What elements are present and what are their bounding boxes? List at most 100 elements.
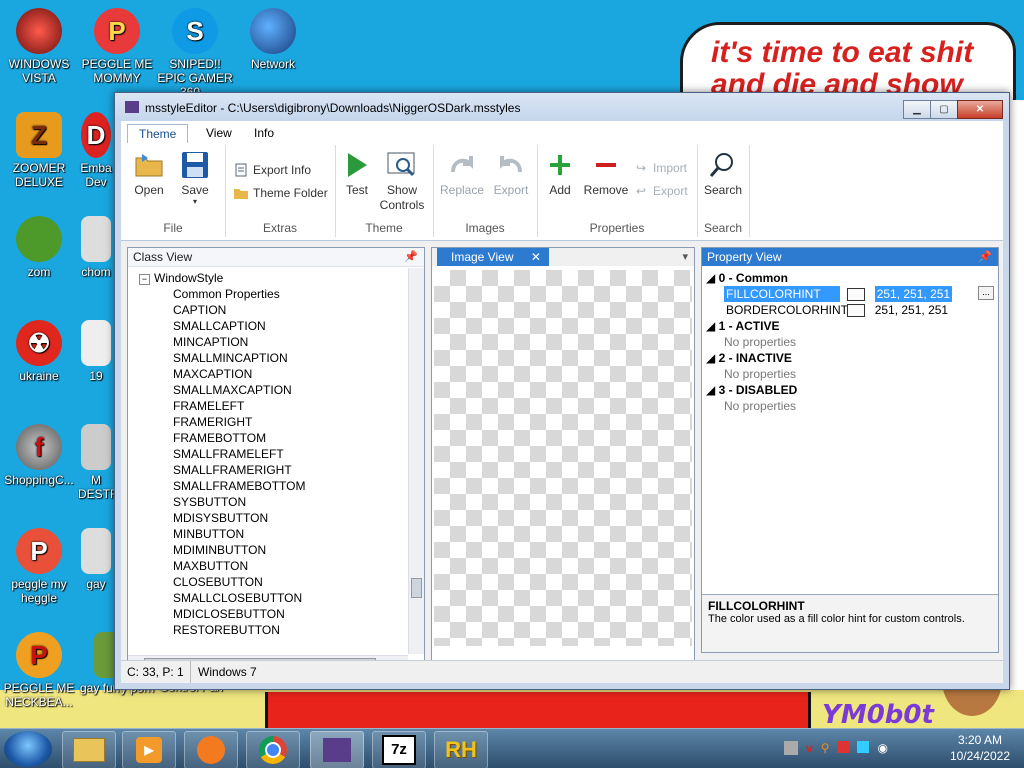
save-button[interactable]: Save ▾ [175,149,215,206]
tree-item[interactable]: CLOSEBUTTON [173,574,408,590]
desktop-icon-peggle-me-mommy[interactable]: P PEGGLE ME MOMMY [78,8,156,85]
close-button[interactable]: ✕ [957,100,1003,119]
category-label: 2 - INACTIVE [718,351,792,365]
tray-search-icon[interactable]: ⚲ [821,741,830,755]
add-button[interactable]: Add [541,149,579,198]
group-label-file: File [163,221,183,235]
ellipsis-button[interactable]: ... [978,286,994,300]
category-disabled[interactable]: ◢ 3 - DISABLED [706,382,994,398]
tree-item[interactable]: MDISYSBUTTON [173,510,408,526]
property-fillcolorhint[interactable]: FILLCOLORHINT 251, 251, 251 ... [706,286,994,302]
class-view-vertical-scrollbar[interactable] [408,268,424,654]
export-info-button[interactable]: Export Info [233,163,311,177]
desktop-icon-19[interactable]: 19 [78,320,114,383]
chrome-icon [259,736,287,764]
close-tab-icon[interactable]: ✕ [531,250,541,264]
taskbar-chrome[interactable] [246,731,300,768]
tree-item[interactable]: FRAMERIGHT [173,414,408,430]
export-property-button[interactable]: ↩ Export [633,184,688,198]
desktop-icon-emba[interactable]: D Emba Dev [78,112,114,189]
tab-info[interactable]: Info [243,124,285,143]
tree-item[interactable]: RESTOREBUTTON [173,622,408,638]
taskbar-uc-browser[interactable] [184,731,238,768]
tree-root-row[interactable]: − WindowStyle [131,270,408,286]
replace-button[interactable]: Replace [437,149,487,198]
tree-item[interactable]: FRAMEBOTTOM [173,430,408,446]
desktop-icon-zoomer-deluxe[interactable]: Z ZOOMER DELUXE [0,112,78,189]
show-controls-button[interactable]: Show Controls [377,149,427,213]
tray-app-icon[interactable] [784,741,798,755]
tray-volume-icon[interactable]: ◉ [877,741,887,755]
property-value-input[interactable]: 251, 251, 251 [874,286,953,302]
desktop-icon-peggle-me-neckbeard[interactable]: P PEGGLE ME NECKBEA... [0,632,78,709]
tree-item[interactable]: SMALLCLOSEBUTTON [173,590,408,606]
taskbar-7zip[interactable]: 7z [372,731,426,768]
tree-item[interactable]: FRAMELEFT [173,398,408,414]
tree-item[interactable]: CAPTION [173,302,408,318]
image-preview-canvas[interactable] [434,270,692,646]
taskbar-resource-hacker[interactable]: RH [434,731,488,768]
tree-item[interactable]: SMALLMINCAPTION [173,350,408,366]
desktop-icon-sniped[interactable]: S SNIPED!! EPIC GAMER 360... [156,8,234,99]
minimize-button[interactable]: ▁ [903,100,931,119]
image-view-tab[interactable]: Image View ✕ [437,248,549,266]
import-button[interactable]: ↪ Import [633,161,687,175]
desktop-icon-gay[interactable]: gay [78,528,114,591]
taskbar-msstyle-editor[interactable] [310,731,364,768]
tray-v-icon[interactable]: v [806,741,813,755]
open-button[interactable]: Open [129,149,169,198]
collapse-icon[interactable]: − [139,274,150,285]
desktop-icon-zom[interactable]: zom [0,216,78,279]
category-active[interactable]: ◢ 1 - ACTIVE [706,318,994,334]
scroll-thumb[interactable] [411,578,422,598]
tree-item[interactable]: SYSBUTTON [173,494,408,510]
desktop-icon-network[interactable]: Network [234,8,312,71]
color-swatch[interactable] [847,288,866,302]
test-button[interactable]: Test [339,149,375,198]
tree-item[interactable]: MAXBUTTON [173,558,408,574]
tree-item[interactable]: SMALLFRAMELEFT [173,446,408,462]
property-value[interactable]: 251, 251, 251 [875,303,948,317]
tab-theme[interactable]: Theme [127,124,189,145]
desktop-icon-label: WINDOWS VISTA [8,57,70,85]
search-button[interactable]: Search [701,149,745,198]
category-inactive[interactable]: ◢ 2 - INACTIVE [706,350,994,366]
tray-flag-icon[interactable] [837,741,850,753]
tree-item[interactable]: SMALLFRAMEBOTTOM [173,478,408,494]
tray-network-icon[interactable] [857,741,870,753]
desktop-icon-peggle-my-heggle[interactable]: P peggle my heggle [0,528,78,605]
export-image-button[interactable]: Export [489,149,533,198]
tree-item[interactable]: SMALLCAPTION [173,318,408,334]
color-swatch[interactable] [847,304,866,318]
taskbar-explorer[interactable] [62,731,116,768]
desktop-icon-shopping[interactable]: f ShoppingC... [0,424,78,487]
tree-item[interactable]: SMALLFRAMERIGHT [173,462,408,478]
start-button[interactable] [4,731,52,767]
tree-item[interactable]: Common Properties [173,286,408,302]
taskbar-media-player[interactable]: ▶ [122,731,176,768]
chevron-down-icon[interactable]: ▾ [682,248,688,266]
tree-item[interactable]: MINBUTTON [173,526,408,542]
tree-item[interactable]: MDICLOSEBUTTON [173,606,408,622]
category-common[interactable]: ◢ 0 - Common [706,270,994,286]
clock[interactable]: 3:20 AM 10/24/2022 [950,732,1010,764]
remove-button[interactable]: Remove [581,149,631,198]
theme-folder-button[interactable]: Theme Folder [233,186,328,200]
tree-item[interactable]: SMALLMAXCAPTION [173,382,408,398]
desktop-icon-chom[interactable]: chom [78,216,114,279]
property-bordercolorhint[interactable]: BORDERCOLORHINT 251, 251, 251 [706,302,994,318]
desktop-icon-windows-vista[interactable]: WINDOWS VISTA [0,8,78,85]
desktop-icon-ukraine[interactable]: ☢ ukraine [0,320,78,383]
tree-item[interactable]: MINCAPTION [173,334,408,350]
system-tray: v ⚲ ◉ 3:20 AM 10/24/2022 [784,729,1024,768]
tree-item[interactable]: MAXCAPTION [173,366,408,382]
wallpaper-red-block [265,692,811,728]
pin-icon[interactable]: 📌 [404,248,418,266]
tree-item[interactable]: MDIMINBUTTON [173,542,408,558]
tab-view[interactable]: View [195,124,243,143]
title-bar[interactable]: msstyleEditor - C:\Users\digibrony\Downl… [115,93,1009,121]
empty-properties: No properties [706,398,994,414]
desktop-icon-m-destr[interactable]: M DESTR [78,424,114,501]
maximize-button[interactable]: ▢ [930,100,958,119]
pin-icon[interactable]: 📌 [978,248,992,266]
